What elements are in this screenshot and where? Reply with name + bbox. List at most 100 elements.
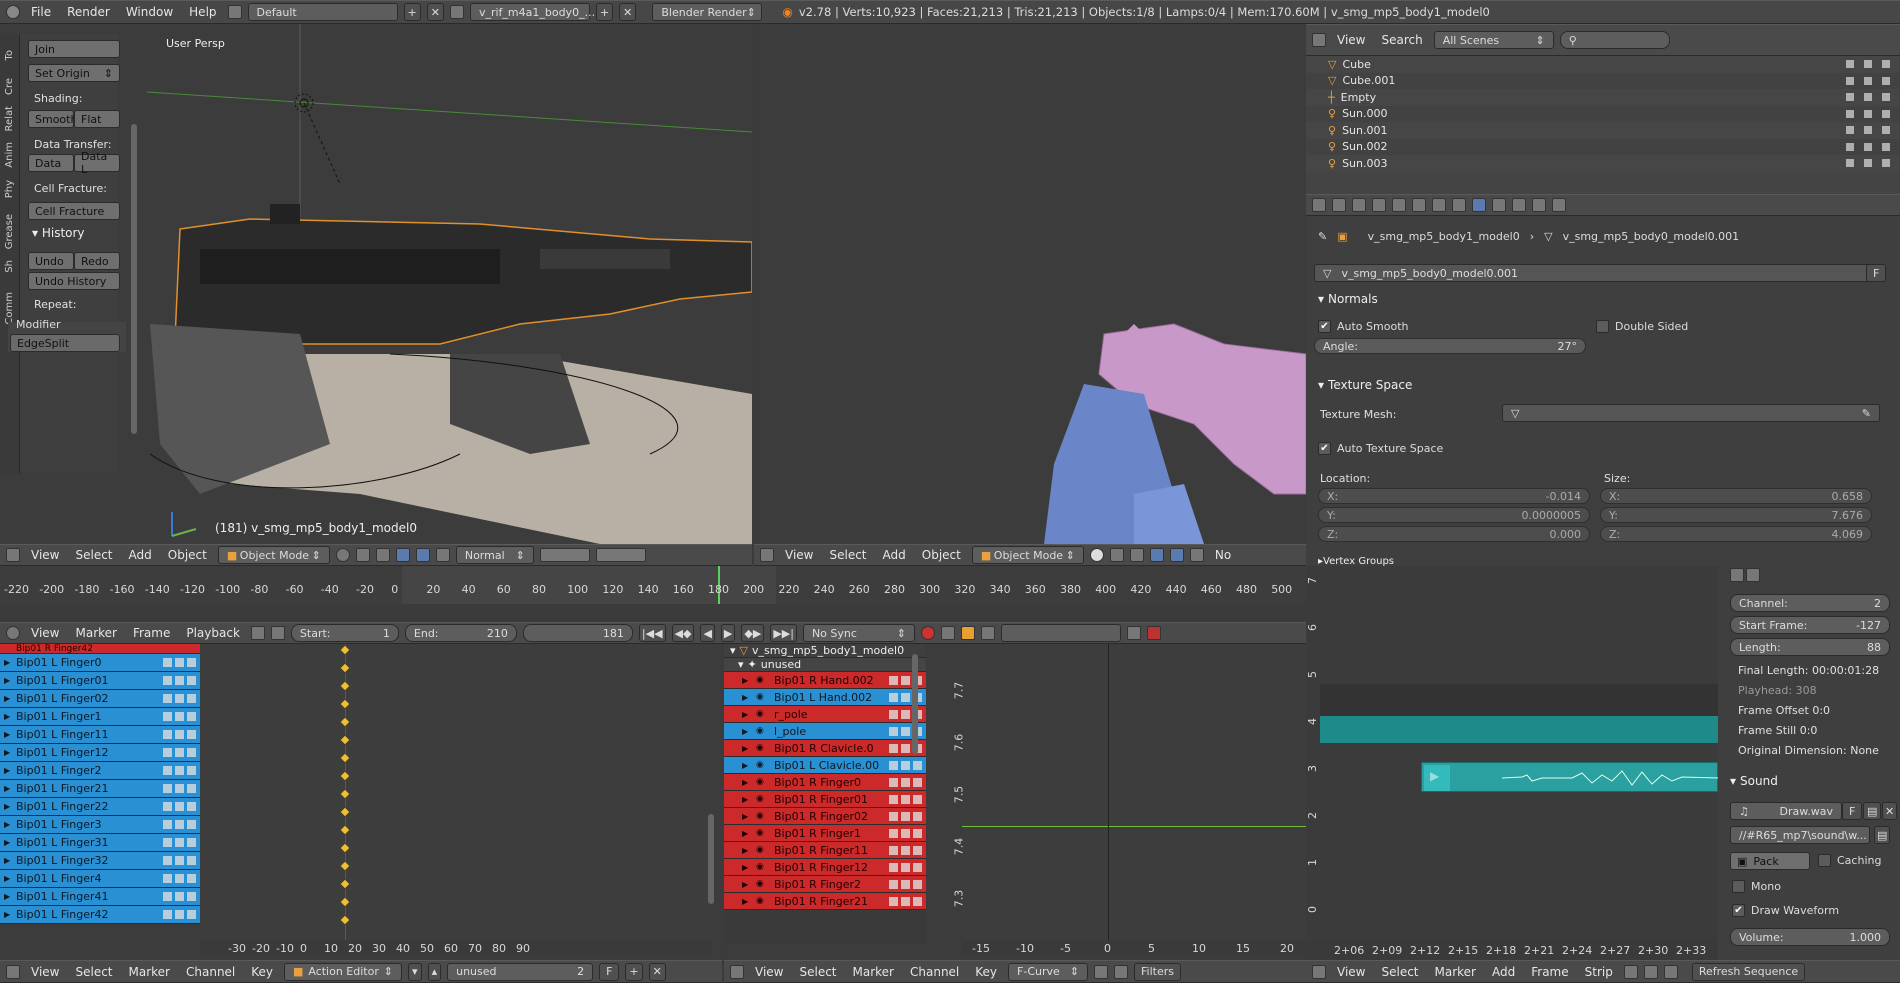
expand-icon[interactable]: ▶ [742, 676, 748, 685]
visibility-toggles[interactable] [1846, 126, 1890, 135]
mode-select[interactable]: ■ Object Mode ⇕ [971, 546, 1084, 564]
eye-icon[interactable]: ◉ [756, 811, 764, 821]
outliner-search-input[interactable]: ⚲ [1559, 31, 1670, 49]
eye-icon[interactable]: ◉ [756, 777, 764, 787]
mode-select[interactable]: ■ Object Mode ⇕ [217, 546, 330, 564]
graph-channel[interactable]: ▶ ◉ Bip01 R Finger02 [724, 808, 926, 825]
ge-mode-select[interactable]: F-Curve ⇕ [1008, 962, 1089, 981]
channel-toggles[interactable] [889, 845, 922, 855]
editor-type-icon[interactable] [6, 626, 20, 640]
rotate-icon[interactable] [1169, 548, 1184, 562]
menu-add[interactable]: Add [878, 548, 911, 562]
dopesheet-channel[interactable]: ▶ Bip01 L Finger22 [0, 798, 200, 816]
ds-mode-select[interactable]: ■ Action Editor ⇕ [284, 962, 403, 981]
action-new-button[interactable]: + [625, 962, 643, 981]
location-z-field[interactable]: Z: 0.000 [1318, 526, 1590, 542]
flat-button[interactable]: Flat [74, 110, 120, 128]
size-x-field[interactable]: X: 0.658 [1600, 488, 1872, 504]
timeline-ruler[interactable]: -220 -200 -180 -160 -140 -120 -100 -80 -60 -40 -20… [0, 566, 1306, 604]
world-tab-icon[interactable] [1392, 198, 1406, 212]
dopesheet-channel[interactable]: ▶ Bip01 L Finger11 [0, 726, 200, 744]
undo-button[interactable]: Undo [28, 252, 74, 270]
keyframe-diamond[interactable] [339, 914, 351, 926]
expand-icon[interactable]: ▶ [742, 710, 748, 719]
visibility-toggles[interactable] [1846, 109, 1890, 118]
file-browse-button[interactable]: ▤ [1874, 826, 1891, 844]
graph-object-row[interactable]: ▾ ▽ v_smg_mp5_body1_model0 [724, 644, 926, 658]
tool-tab-grease[interactable]: Grease [4, 214, 15, 249]
expand-icon[interactable]: ▶ [742, 829, 748, 838]
auto-smooth-angle-field[interactable]: Angle: 27° [1314, 338, 1586, 354]
channel-toggles[interactable] [889, 862, 922, 872]
smooth-button[interactable]: Smooth [28, 110, 77, 128]
visibility-toggles[interactable] [1846, 142, 1890, 151]
graph-channel[interactable]: ▶ ◉ l_pole [724, 723, 926, 740]
expand-icon[interactable]: ▶ [742, 761, 748, 770]
translate-icon[interactable] [395, 548, 410, 562]
shading-mode-icon[interactable] [1089, 548, 1104, 562]
scene-tab-icon[interactable] [1372, 198, 1386, 212]
visibility-toggles[interactable] [1846, 60, 1890, 69]
render-layers-tab-icon[interactable] [1352, 198, 1366, 212]
pin-icon[interactable]: ✎ [1318, 230, 1327, 243]
graph-channel[interactable]: ▶ ◉ Bip01 R Hand.002 [724, 672, 926, 689]
orientation-truncated[interactable]: No [1210, 548, 1236, 562]
channel-top[interactable]: Bip01 R Finger42 [0, 644, 200, 654]
eye-icon[interactable]: ◉ [756, 879, 764, 889]
channel-toggles[interactable] [163, 712, 196, 721]
channel-toggles[interactable] [889, 794, 922, 804]
preview-range-icon[interactable] [250, 626, 265, 640]
channel-toggles[interactable] [163, 784, 196, 793]
delete-keyframe-icon[interactable] [1146, 626, 1161, 640]
normals-panel-header[interactable]: ▾ Normals [1318, 290, 1378, 308]
data-layout-button[interactable]: Data L [74, 150, 120, 176]
sound-panel-header[interactable]: ▾ Sound [1730, 772, 1778, 790]
end-frame-field[interactable]: End: 210 [404, 624, 517, 642]
channel-toggles[interactable] [889, 828, 922, 838]
keyframe-diamond[interactable] [339, 716, 351, 728]
menu-select[interactable]: Select [70, 548, 117, 562]
mono-checkbox[interactable]: Mono [1732, 880, 1781, 893]
start-frame-field[interactable]: Start: 1 [290, 624, 399, 642]
outliner-menu-view[interactable]: View [1332, 33, 1370, 47]
graph-channel[interactable]: ▶ ◉ Bip01 R Finger12 [724, 859, 926, 876]
tool-shelf-scrollbar[interactable] [131, 124, 137, 434]
expand-icon[interactable]: ▶ [4, 838, 10, 847]
outliner-row-empty[interactable]: ┼ Empty [1306, 89, 1900, 106]
viewport-right[interactable] [754, 24, 1306, 544]
action-unlink-button[interactable]: ✕ [648, 962, 666, 981]
channel-toggles[interactable] [889, 777, 922, 787]
only-selected-icon[interactable] [1094, 964, 1109, 979]
location-x-field[interactable]: X: -0.014 [1318, 488, 1590, 504]
seq-menu-view[interactable]: View [1332, 965, 1370, 979]
material-tab-icon[interactable] [1492, 198, 1506, 212]
eye-icon[interactable]: ◉ [756, 862, 764, 872]
graph-channel[interactable]: ▶ ◉ Bip01 L Clavicle.00 [724, 757, 926, 774]
expand-icon[interactable]: ▶ [4, 874, 10, 883]
visibility-toggles[interactable] [1846, 76, 1890, 85]
ghost-icon[interactable] [1114, 964, 1129, 979]
graph-area[interactable]: 7.7 7.6 7.5 7.4 7.3 [952, 644, 1306, 940]
ds-menu-channel[interactable]: Channel [181, 965, 240, 979]
graph-channel[interactable]: ▶ ◉ Bip01 R Finger2 [724, 876, 926, 893]
keyframe-diamond[interactable] [339, 662, 351, 674]
layers-grid-2-icon[interactable] [595, 548, 646, 562]
outliner-row-cube001[interactable]: ▽ Cube.001 [1306, 72, 1900, 89]
draw-waveform-checkbox[interactable]: ✔ Draw Waveform [1732, 904, 1839, 917]
mesh-name-field[interactable]: ▽ v_smg_mp5_body0_model0.001 [1314, 264, 1882, 282]
outliner-menu-search[interactable]: Search [1376, 33, 1427, 47]
dopesheet-channel[interactable]: ▶ Bip01 L Finger42 [0, 906, 200, 924]
tool-tab-to[interactable]: To [4, 50, 15, 61]
graph-channel[interactable]: ▶ ◉ Bip01 R Finger1 [724, 825, 926, 842]
editor-type-icon[interactable] [760, 548, 774, 562]
graph-channel[interactable]: ▶ ◉ Bip01 L Hand.002 [724, 689, 926, 706]
outliner-row-cube[interactable]: ▽ Cube [1306, 56, 1900, 73]
length-field[interactable]: Length: 88 [1730, 638, 1890, 656]
expand-icon[interactable]: ▶ [4, 784, 10, 793]
expand-icon[interactable]: ▶ [4, 802, 10, 811]
orientation-select[interactable]: Normal ⇕ [455, 546, 534, 564]
keyframe-type-icon[interactable] [960, 626, 975, 640]
data-button[interactable]: Data [28, 154, 74, 172]
channel-toggles[interactable] [163, 802, 196, 811]
timeline-menu-frame[interactable]: Frame [128, 626, 175, 640]
